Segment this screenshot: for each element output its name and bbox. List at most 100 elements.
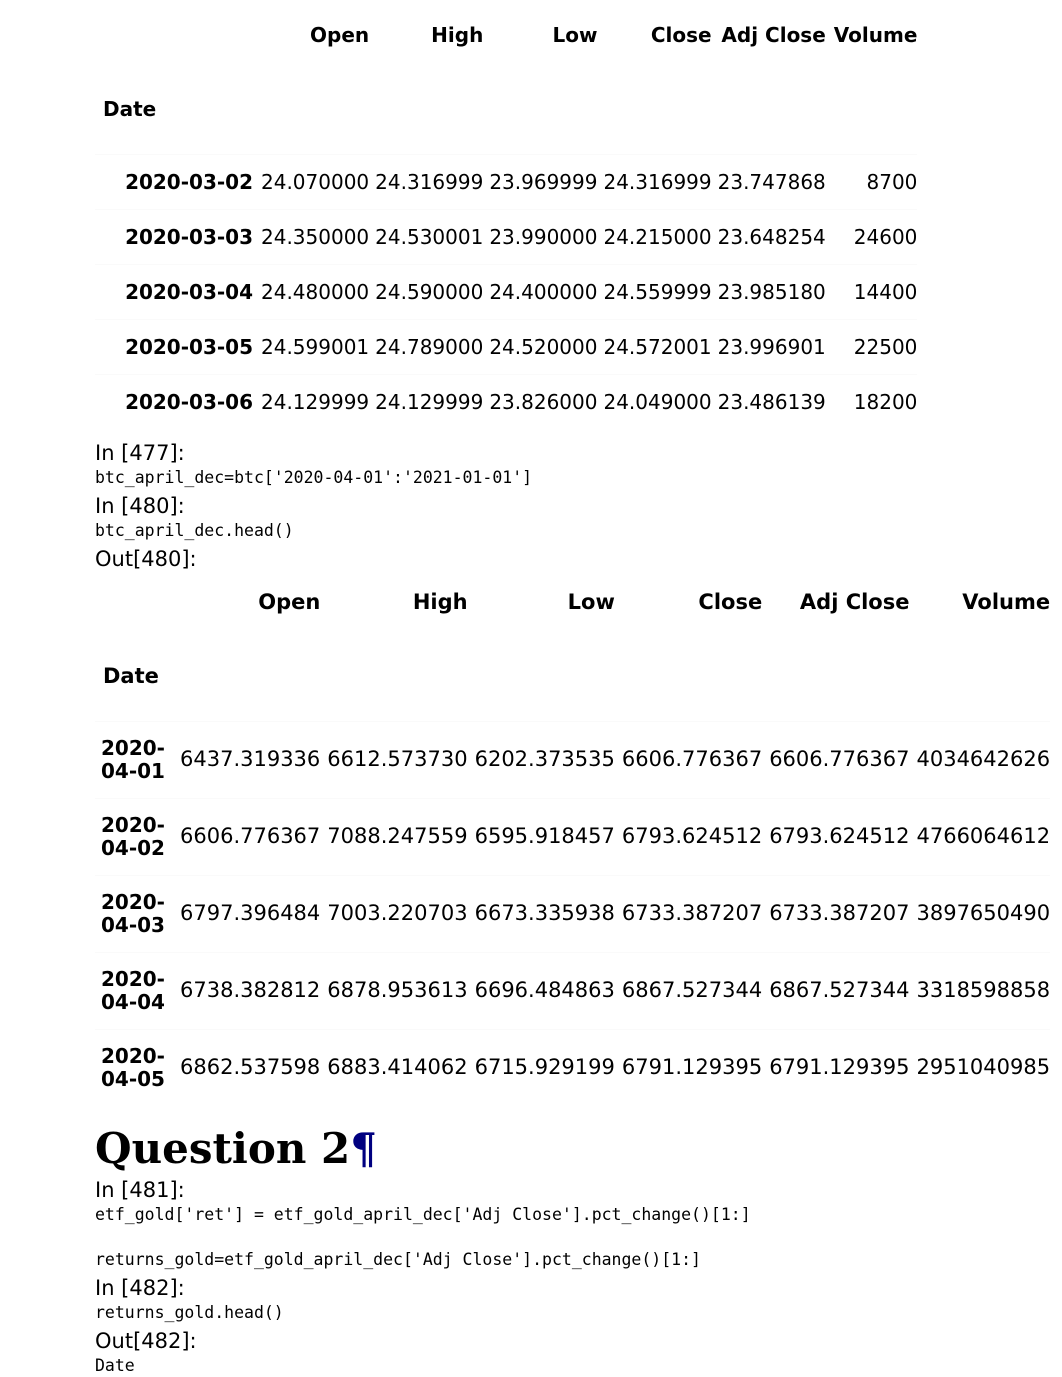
table-one-row-index: 2020-03-04 xyxy=(125,280,253,304)
input-prompt-477: In [477]: xyxy=(95,441,185,465)
table-two-cell-low: 6673.335938 xyxy=(474,901,615,926)
table-one-cell-open: 24.480000 xyxy=(261,280,370,304)
table-two-cell-open: 6606.776367 xyxy=(180,824,321,849)
input-prompt-481: In [481]: xyxy=(95,1177,185,1202)
output-prompt-482: Out[482]: xyxy=(95,1329,197,1354)
table-two-row-index: 2020- 04-05 xyxy=(95,1029,173,1106)
table-one-col-close: Close xyxy=(650,23,712,47)
table-one-cell-adj-close: 23.985180 xyxy=(717,280,826,304)
table-two-row-index-line2: 04-02 xyxy=(101,835,165,860)
table-two-body: 2020- 04-01 6437.319336 6612.573730 6202.… xyxy=(95,721,1051,1106)
table-one-row-index: 2020-03-03 xyxy=(125,225,253,249)
table-one-index-pad-3 xyxy=(483,64,597,155)
table-row: 2020-03-04 24.480000 24.590000 24.400000… xyxy=(95,264,918,320)
table-one-row-index: 2020-03-05 xyxy=(125,335,253,359)
table-one-cell-high: 24.530001 xyxy=(375,225,484,249)
table-row: 2020-03-06 24.129999 24.129999 23.826000… xyxy=(95,374,918,430)
table-one-index-name-row: Date xyxy=(95,64,917,155)
table-two-index-pad-6 xyxy=(909,633,1050,722)
table-two-cell-high: 7088.247559 xyxy=(327,824,468,849)
table-two-index-pad-5 xyxy=(762,633,909,722)
page-title: Question 2¶ xyxy=(95,1120,1062,1174)
table-two-head: Open High Low Close Adj Close Volume Dat… xyxy=(95,573,1050,722)
table-two-row-index-line1: 2020- xyxy=(101,889,165,914)
table-two-index-pad-1 xyxy=(173,633,320,722)
table-one-cell-adj-close: 23.996901 xyxy=(717,335,826,359)
table-two-cell-volume: 2951040985 xyxy=(916,1055,1051,1080)
table-two-cell-adj-close: 6791.129395 xyxy=(769,1055,910,1080)
table-two-col-volume: Volume xyxy=(962,590,1051,615)
table-one-cell-low: 23.826000 xyxy=(489,390,598,414)
table-two-index-name-row: Date xyxy=(95,633,1050,722)
table-two-row-index-line1: 2020- xyxy=(101,735,165,760)
table-one-cell-low: 24.520000 xyxy=(489,335,598,359)
table-row: 2020- 04-05 6862.537598 6883.414062 6715.… xyxy=(95,1029,1051,1106)
table-one-cell-adj-close: 23.747868 xyxy=(717,170,826,194)
table-row: 2020-03-05 24.599001 24.789000 24.520000… xyxy=(95,319,918,375)
table-one-cell-adj-close: 23.486139 xyxy=(717,390,826,414)
table-one-cell-adj-close: 23.648254 xyxy=(717,225,826,249)
table-two-row-index-line1: 2020- xyxy=(101,1043,165,1068)
table-one-cell-low: 23.990000 xyxy=(489,225,598,249)
table-two-cell-adj-close: 6793.624512 xyxy=(769,824,910,849)
table-two-cell-close: 6606.776367 xyxy=(621,747,763,772)
table-two-cell-high: 6612.573730 xyxy=(327,747,468,772)
table-one-index-pad-5 xyxy=(712,64,826,155)
code-line-481-b[interactable]: returns_gold=etf_gold_april_dec['Adj Clo… xyxy=(95,1248,1062,1272)
table-one-cell-high: 24.590000 xyxy=(375,280,484,304)
table-one-head: Open High Low Close Adj Close Volume Dat… xyxy=(95,0,917,155)
table-one-col-low: Low xyxy=(552,23,598,47)
table-two-cell-close: 6791.129395 xyxy=(621,1055,763,1080)
page-title-text: Question 2 xyxy=(95,1123,351,1173)
table-one-index-pad-4 xyxy=(597,64,711,155)
table-row: 2020- 04-01 6437.319336 6612.573730 6202.… xyxy=(95,721,1051,798)
table-two-row-index-line2: 04-01 xyxy=(101,758,165,783)
code-line-477[interactable]: btc_april_dec=btc['2020-04-01':'2021-01-… xyxy=(95,466,1062,490)
table-one-cell-open: 24.129999 xyxy=(261,390,370,414)
table-one-cell-open: 24.599001 xyxy=(261,335,370,359)
table-two-row-index: 2020- 04-03 xyxy=(95,875,173,952)
table-row: 2020-03-02 24.070000 24.316999 23.969999… xyxy=(95,154,918,210)
table-one-body: 2020-03-02 24.070000 24.316999 23.969999… xyxy=(95,154,918,430)
table-two-col-low: Low xyxy=(567,590,615,615)
table-two-cell-volume: 3897650490 xyxy=(916,901,1051,926)
code-line-481-a[interactable]: etf_gold['ret'] = etf_gold_april_dec['Ad… xyxy=(95,1203,1062,1227)
table-one-index-pad-6 xyxy=(826,64,918,155)
table-two-cell-volume: 4766064612 xyxy=(916,824,1051,849)
table-two-cell-low: 6715.929199 xyxy=(474,1055,615,1080)
code-line-482[interactable]: returns_gold.head() xyxy=(95,1301,1062,1325)
table-two-cell-low: 6202.373535 xyxy=(474,747,615,772)
anchor-link-icon[interactable]: ¶ xyxy=(350,1124,377,1173)
table-one-cell-volume: 22500 xyxy=(853,335,918,359)
table-row: 2020- 04-04 6738.382812 6878.953613 6696.… xyxy=(95,952,1051,1029)
table-two-cell-high: 6883.414062 xyxy=(327,1055,468,1080)
table-one-col-adj-close: Adj Close xyxy=(721,23,826,47)
table-one-cell-high: 24.129999 xyxy=(375,390,484,414)
table-row: 2020- 04-02 6606.776367 7088.247559 6595.… xyxy=(95,798,1051,875)
table-two-cell-open: 6797.396484 xyxy=(180,901,321,926)
table-one-row-index: 2020-03-02 xyxy=(125,170,253,194)
table-two-row-index: 2020- 04-01 xyxy=(95,721,173,798)
table-one-header-row: Open High Low Close Adj Close Volume xyxy=(95,0,917,64)
output-text-line-1: Date xyxy=(95,1356,135,1376)
code-line-480[interactable]: btc_april_dec.head() xyxy=(95,519,1062,543)
table-two-col-high: High xyxy=(412,590,468,615)
table-two-index-pad-4 xyxy=(615,633,762,722)
table-one-col-open: Open xyxy=(310,23,370,47)
notebook-page: Open High Low Close Adj Close Volume Dat… xyxy=(0,0,1062,1377)
table-one-index-pad-1 xyxy=(255,64,369,155)
dataframe-output-two: Open High Low Close Adj Close Volume Dat… xyxy=(95,573,1062,1106)
table-one-col-high: High xyxy=(431,23,484,47)
table-two-cell-high: 7003.220703 xyxy=(327,901,468,926)
table-two-row-index-line2: 04-03 xyxy=(101,912,165,937)
table-two-cell-adj-close: 6733.387207 xyxy=(769,901,910,926)
table-two-cell-low: 6696.484863 xyxy=(474,978,615,1003)
table-two-row-index: 2020- 04-04 xyxy=(95,952,173,1029)
table-one-cell-volume: 8700 xyxy=(866,170,918,194)
dataframe-table-one: Open High Low Close Adj Close Volume Dat… xyxy=(95,0,918,430)
table-two-cell-low: 6595.918457 xyxy=(474,824,615,849)
table-one-index-blank xyxy=(95,0,255,64)
table-two-row-index-line2: 04-04 xyxy=(101,989,165,1014)
table-two-header-row: Open High Low Close Adj Close Volume xyxy=(95,573,1050,633)
